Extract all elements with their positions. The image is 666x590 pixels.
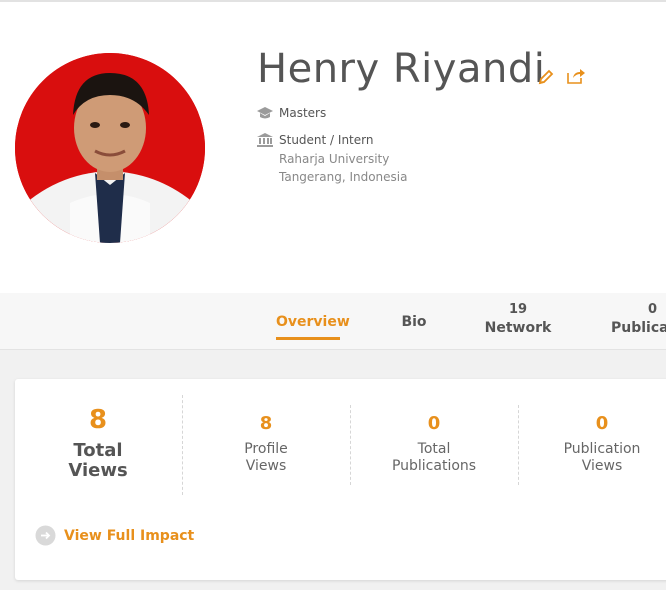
total-views-label-line2: Views [68, 460, 128, 481]
profile-views-label-line1: Profile [244, 441, 288, 457]
share-icon[interactable] [566, 67, 586, 85]
tab-publications-label: Publicat [611, 320, 666, 336]
stat-divider [182, 395, 183, 495]
active-tab-indicator [276, 337, 340, 340]
total-views-label: Total Views [38, 441, 158, 481]
avatar [15, 53, 205, 243]
view-full-impact-label: View Full Impact [64, 528, 195, 544]
total-publications-stat: 0 Total Publications [374, 413, 494, 475]
degree-label: Masters [279, 106, 327, 120]
institution-label: Raharja University [279, 152, 390, 166]
publication-views-label-line1: Publication [563, 441, 641, 457]
total-views-label-line1: Total [73, 440, 123, 461]
profile-views-label-line2: Views [245, 458, 287, 474]
total-views-value: 8 [88, 405, 108, 435]
tab-bio[interactable]: Bio [396, 312, 432, 332]
publication-views-value: 0 [595, 413, 609, 434]
institution-icon [257, 133, 273, 147]
tab-network-count: 19 [508, 302, 528, 317]
tab-network-label: Network [484, 320, 552, 336]
stat-divider [350, 405, 351, 485]
tab-overview[interactable]: Overview [276, 312, 350, 340]
profile-views-label: Profile Views [206, 441, 326, 475]
publication-views-label-line2: Views [581, 458, 623, 474]
tab-publications-count: 0 [648, 302, 658, 317]
total-publications-label: Total Publications [374, 441, 494, 475]
profile-name: Henry Riyandi [257, 46, 546, 92]
tab-overview-label: Overview [276, 314, 350, 330]
tab-publications[interactable]: 0 Publicat [611, 302, 666, 338]
total-publications-value: 0 [427, 413, 441, 434]
profile-views-value: 8 [259, 413, 273, 434]
avatar-photo [15, 53, 205, 243]
total-views-stat: 8 Total Views [38, 405, 158, 481]
tab-network[interactable]: 19 Network [483, 302, 553, 338]
profile-views-stat: 8 Profile Views [206, 413, 326, 475]
position-label: Student / Intern [279, 133, 374, 147]
total-publications-label-line2: Publications [391, 458, 477, 474]
stat-divider [518, 405, 519, 485]
publication-views-stat: 0 Publication Views [542, 413, 662, 475]
pencil-icon[interactable] [538, 69, 554, 85]
publication-views-label: Publication Views [542, 441, 662, 475]
graduation-cap-icon [257, 106, 273, 120]
location-label: Tangerang, Indonesia [279, 170, 408, 184]
arrow-circle-icon [35, 525, 56, 546]
tab-bio-label: Bio [401, 314, 427, 330]
total-publications-label-line1: Total [417, 441, 451, 457]
